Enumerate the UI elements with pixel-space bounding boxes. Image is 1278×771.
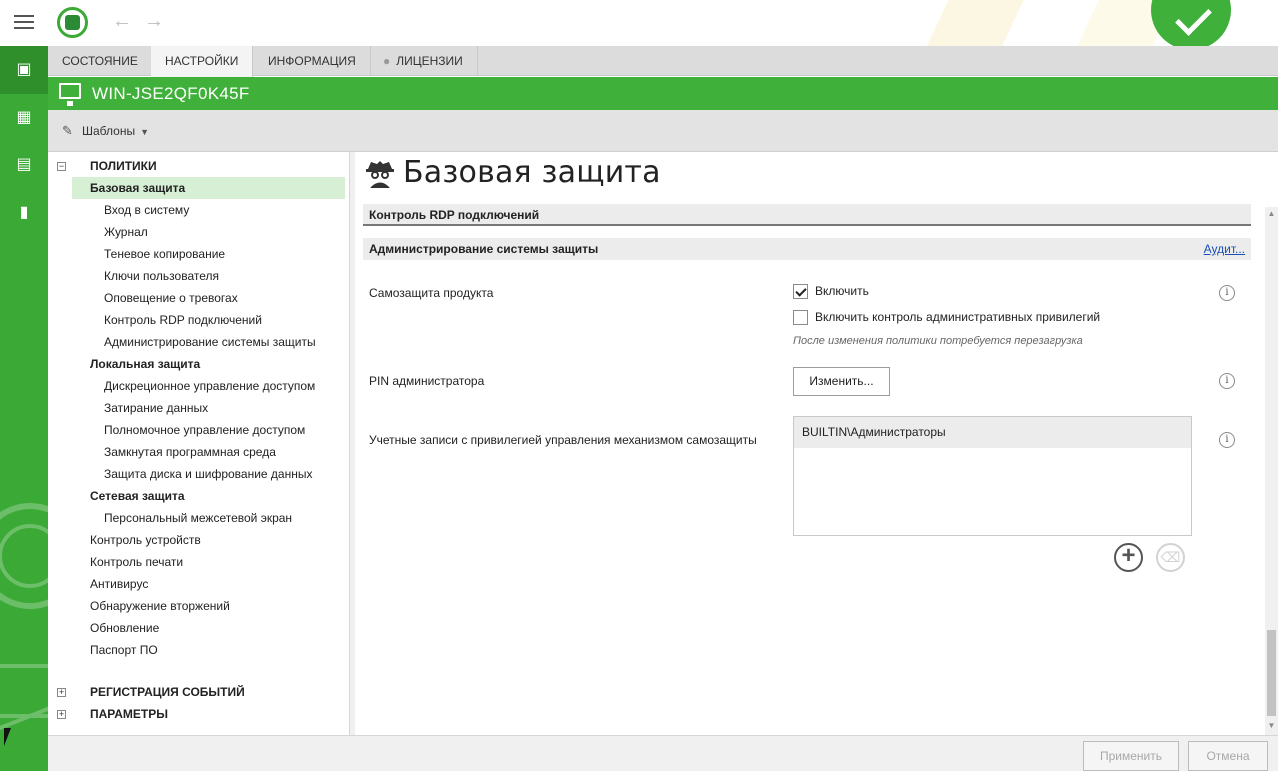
info-icon[interactable]: i [1219,285,1235,301]
policy-tree: − ПОЛИТИКИ Базовая защита Вход в систему… [48,152,350,735]
templates-dropdown[interactable]: ✎ Шаблоны ▼ [62,123,149,139]
tree-item-alarm-notify[interactable]: Оповещение о тревогах [104,287,238,309]
hamburger-icon[interactable] [14,15,34,29]
trash-icon: ⌫ [1160,549,1181,565]
expand-toggle[interactable]: + [57,710,66,719]
info-icon[interactable]: i [1219,432,1235,448]
tree-section-event-registration[interactable]: РЕГИСТРАЦИЯ СОБЫТИЙ [90,681,245,703]
expand-toggle[interactable]: + [57,688,66,697]
pin-label: PIN администратора [369,374,485,388]
tree-item-firewall[interactable]: Персональный межсетевой экран [104,507,292,529]
accounts-label: Учетные записи с привилегией управления … [369,433,757,447]
tree-item-device-control[interactable]: Контроль устройств [90,529,201,551]
delete-account-button[interactable]: ⌫ [1156,543,1185,572]
tree-item-antivirus[interactable]: Антивирус [90,573,148,595]
accounts-list[interactable]: BUILTIN\Администраторы [793,416,1192,536]
top-bar: ← → [0,0,1278,46]
server-icon[interactable]: ▤ [15,156,33,174]
tree-item-network-protection[interactable]: Сетевая защита [90,485,185,507]
decorative-pattern [0,503,48,731]
tree-item-closed-env[interactable]: Замкнутая программная среда [104,441,276,463]
section-admin-label: Администрирование системы защиты [369,242,599,256]
tree-item-journal[interactable]: Журнал [104,221,148,243]
tree-item-shadow-copy[interactable]: Теневое копирование [104,243,225,265]
lock-icon: ● [383,54,391,68]
scroll-up-icon[interactable]: ▲ [1267,209,1276,218]
admin-privileges-checkbox-label[interactable]: Включить контроль административных приви… [815,310,1100,324]
tree-item-update[interactable]: Обновление [90,617,159,639]
devices-icon[interactable]: ▦ [15,109,33,127]
admin-privileges-checkbox[interactable] [793,310,808,325]
clipboard-icon[interactable]: ▮ [15,204,33,222]
policy-content: Базовая защита Контроль RDP подключений … [355,152,1278,735]
audit-link[interactable]: Аудит... [1204,238,1245,260]
enable-checkbox-label[interactable]: Включить [815,284,869,298]
tree-item-basic-protection[interactable]: Базовая защита [72,177,345,199]
computer-icon[interactable]: ▣ [15,61,33,79]
mouse-cursor-icon [4,728,11,746]
tree-item-software-passport[interactable]: Паспорт ПО [90,639,158,661]
page-title-text: Базовая защита [403,155,661,190]
tab-info[interactable]: ИНФОРМАЦИЯ [254,46,371,76]
plus-circle-icon: + [1121,542,1136,569]
self-protection-label: Самозащита продукта [369,286,494,300]
tab-licenses[interactable]: ● ЛИЦЕНЗИИ [371,46,478,76]
tree-item-intrusion[interactable]: Обнаружение вторжений [90,595,230,617]
host-name: WIN-JSE2QF0K45F [92,84,250,103]
section-rdp-control[interactable]: Контроль RDP подключений [363,204,1251,226]
tree-section-parameters[interactable]: ПАРАМЕТРЫ [90,703,168,725]
section-rdp-label: Контроль RDP подключений [369,208,540,222]
vertical-scrollbar[interactable]: ▲ ▼ [1265,207,1278,735]
apply-button[interactable]: Применить [1083,741,1179,771]
tree-item-data-wipe[interactable]: Затирание данных [104,397,208,419]
host-header: WIN-JSE2QF0K45F [48,77,1278,110]
add-account-button[interactable]: + [1114,543,1143,572]
tab-bar: СОСТОЯНИЕ НАСТРОЙКИ ИНФОРМАЦИЯ ● ЛИЦЕНЗИИ [48,46,1278,77]
tab-settings[interactable]: НАСТРОЙКИ [151,46,254,77]
tab-status[interactable]: СОСТОЯНИЕ [48,46,153,76]
section-security-admin: Администрирование системы защиты Аудит..… [363,238,1251,260]
collapse-toggle[interactable]: − [57,162,66,171]
tree-item-disk-encryption[interactable]: Защита диска и шифрование данных [104,463,313,485]
chevron-down-icon: ▼ [140,127,149,137]
tree-item-rdp-control[interactable]: Контроль RDP подключений [104,309,262,331]
arrow-left-icon[interactable]: ← [112,10,132,33]
app-logo-icon [57,7,88,38]
tree-item-local-protection[interactable]: Локальная защита [90,353,200,375]
toolbar: ✎ Шаблоны ▼ [48,110,1278,152]
cancel-button[interactable]: Отмена [1188,741,1268,771]
page-title: Базовая защита [365,155,661,190]
tree-item-security-admin[interactable]: Администрирование системы защиты [104,331,316,353]
arrow-right-icon[interactable]: → [144,10,164,33]
tree-item-user-keys[interactable]: Ключи пользователя [104,265,219,287]
templates-label: Шаблоны [82,124,136,138]
reboot-note: После изменения политики потребуется пер… [793,335,1083,347]
tree-section-policies[interactable]: ПОЛИТИКИ [90,155,157,177]
info-icon[interactable]: i [1219,373,1235,389]
monitor-icon [59,83,81,106]
change-pin-button[interactable]: Изменить... [793,367,890,396]
tab-licenses-label: ЛИЦЕНЗИИ [396,54,463,68]
scrollbar-thumb[interactable] [1267,630,1276,716]
tree-item-mandatory[interactable]: Полномочное управление доступом [104,419,305,441]
list-item[interactable]: BUILTIN\Администраторы [794,417,1191,448]
tree-item-print-control[interactable]: Контроль печати [90,551,183,573]
enable-checkbox[interactable] [793,284,808,299]
left-rail: ▣ ▦ ▤ ▮ [0,46,48,771]
footer-bar: Применить Отмена [48,735,1278,771]
pencil-icon: ✎ [62,123,73,138]
tree-item-login[interactable]: Вход в систему [104,199,189,221]
tree-item-discretionary[interactable]: Дискреционное управление доступом [104,375,315,397]
scroll-down-icon[interactable]: ▼ [1267,721,1276,730]
